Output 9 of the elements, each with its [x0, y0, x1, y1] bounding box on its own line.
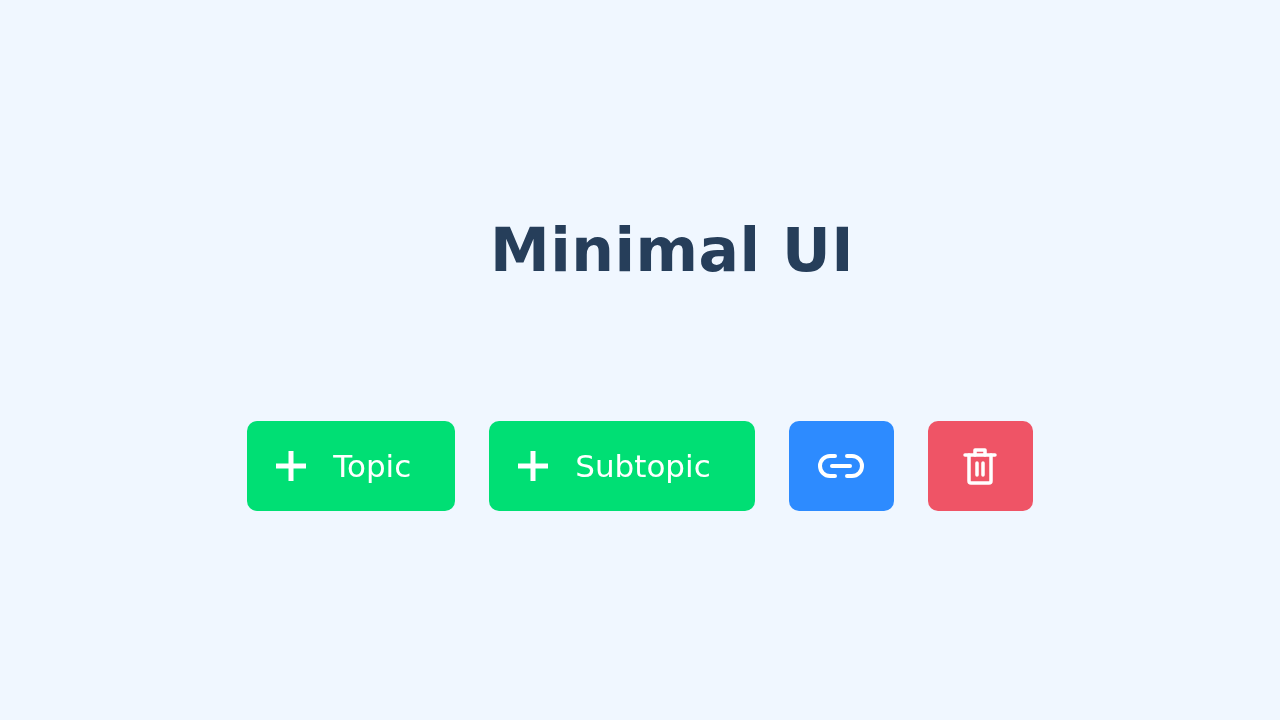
link-button[interactable]: [788, 421, 894, 511]
page-title: Minimal UI: [489, 214, 855, 286]
link-icon: [817, 453, 866, 479]
trash-icon: [963, 447, 998, 485]
add-button[interactable]: Topic: [247, 421, 456, 511]
add-button[interactable]: Subtopic: [489, 421, 755, 511]
plus-icon: [517, 450, 550, 482]
delete-button[interactable]: [927, 421, 1033, 511]
plus-icon: [275, 450, 308, 482]
